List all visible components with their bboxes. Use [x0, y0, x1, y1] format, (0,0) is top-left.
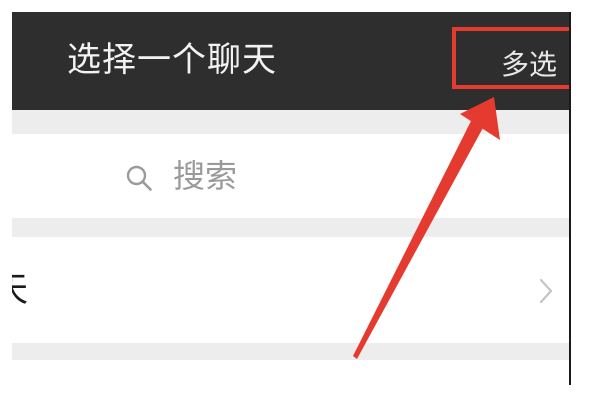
highlight-box: [452, 27, 569, 89]
chevron-right-icon: [539, 278, 553, 304]
chat-picker-screen: 选择一个聊天 多选 搜索 天: [12, 12, 569, 385]
search-placeholder: 搜索: [173, 157, 238, 195]
top-bar: 选择一个聊天 多选: [12, 12, 569, 110]
screen-edge: [569, 12, 571, 385]
search-input[interactable]: 搜索: [12, 134, 569, 218]
screenshot-stage: 选择一个聊天 多选 搜索 天: [0, 0, 600, 400]
search-band: [12, 110, 569, 134]
list-item-label: 天: [12, 270, 28, 310]
list-item-next[interactable]: [12, 360, 569, 385]
page-title: 选择一个聊天: [67, 40, 277, 80]
search-icon: [126, 165, 152, 191]
list-item[interactable]: 天: [12, 237, 569, 343]
